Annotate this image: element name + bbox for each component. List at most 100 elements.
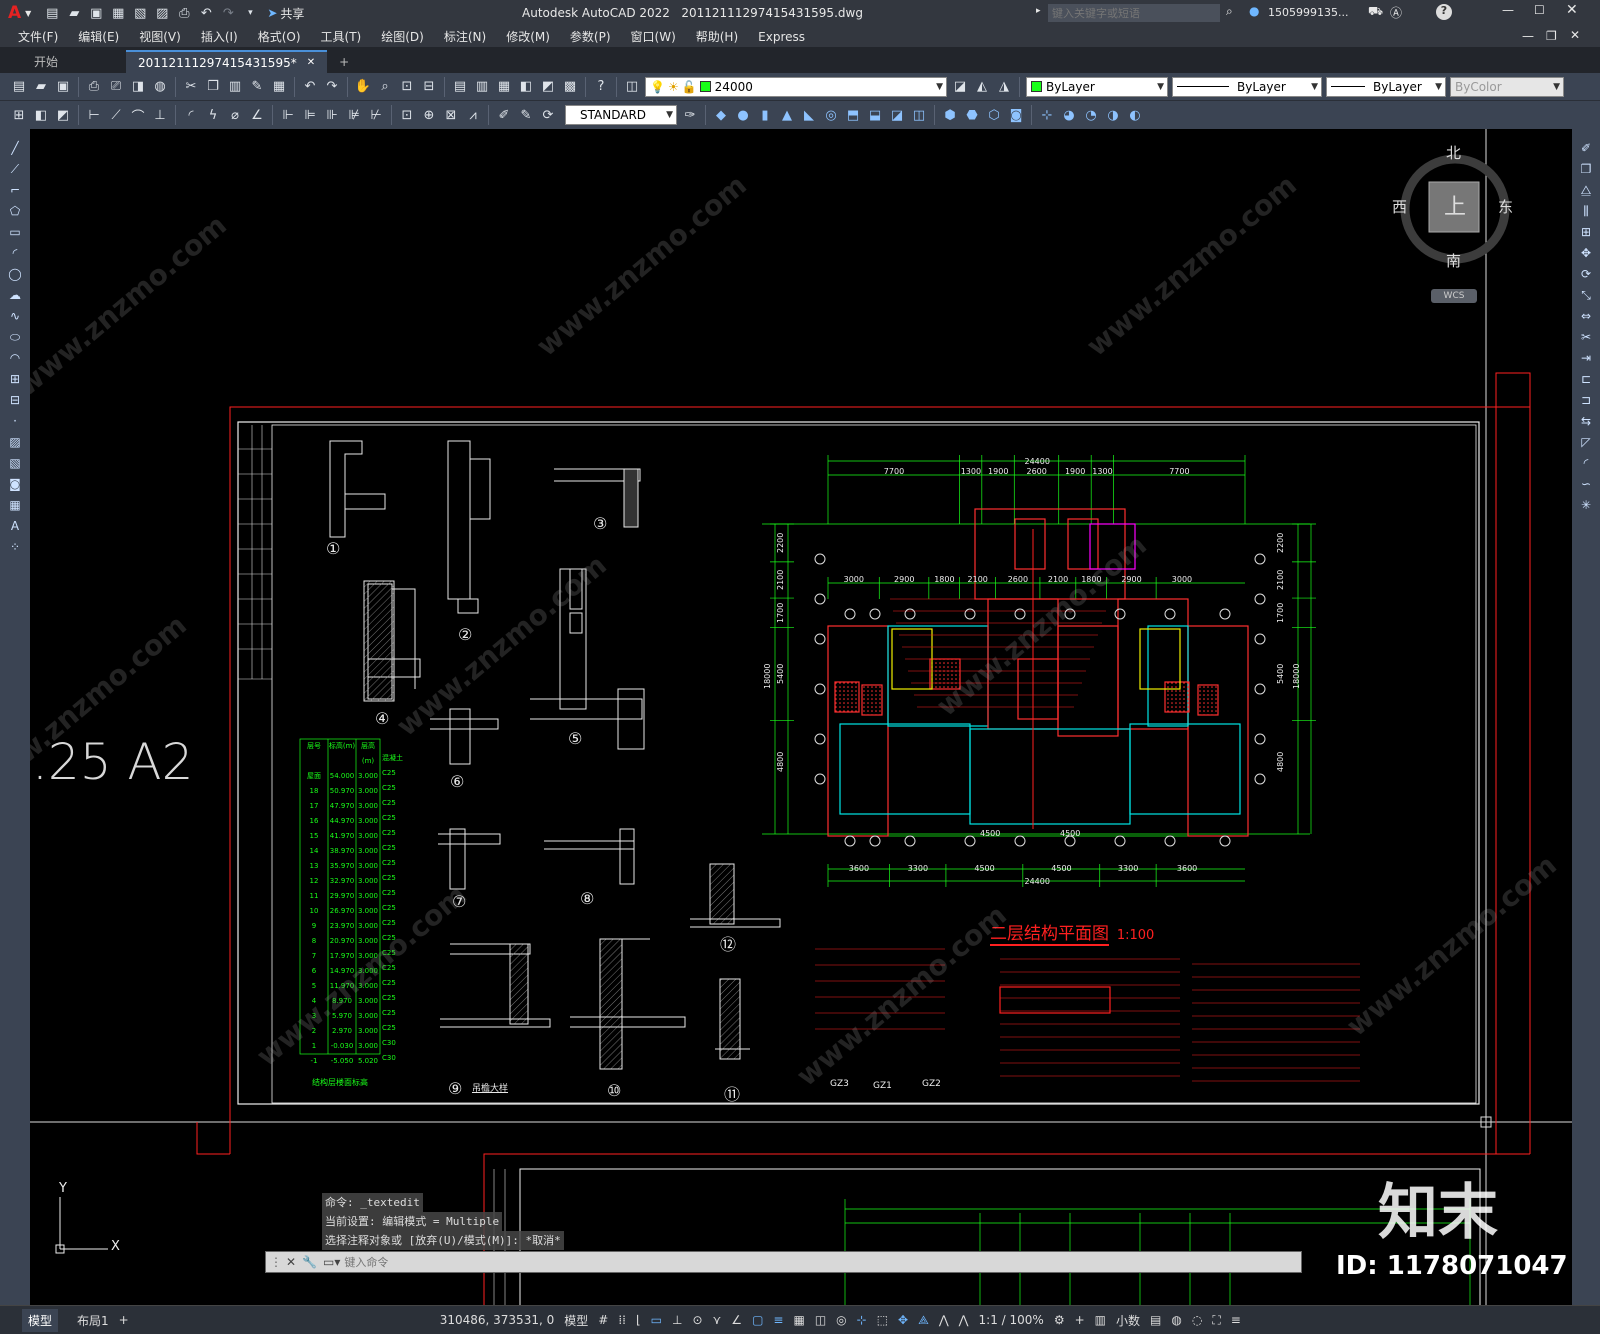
angular-dim-icon[interactable]: ∠ [247,105,267,125]
render-icon[interactable]: ◕ [1059,105,1079,125]
maximize-button[interactable]: ☐ [1534,3,1545,17]
mtext-icon[interactable]: A [5,517,25,535]
selection-cycling-icon[interactable]: ◫ [815,1313,826,1327]
quick-properties-icon[interactable]: ▤ [1150,1313,1161,1327]
tab-start[interactable]: 开始 [22,50,70,73]
intersect-icon[interactable]: ⬡ [984,105,1004,125]
quick-dim-icon[interactable]: ⊩ [278,105,298,125]
zoom-realtime-icon[interactable]: ⌕ [375,77,395,97]
erase-icon[interactable]: ✐ [1576,139,1596,157]
properties-icon[interactable]: ▤ [450,77,470,97]
materials-icon[interactable]: ◐ [1125,105,1145,125]
section-icon[interactable]: ◫ [909,105,929,125]
gizmo-icon[interactable]: ✥ [898,1313,908,1327]
baseline-dim-icon[interactable]: ⊫ [300,105,320,125]
sheet-set-icon[interactable]: ◧ [516,77,536,97]
search-input[interactable] [1048,4,1220,22]
menu-dimension[interactable]: 标注(N) [434,28,496,45]
circle-icon[interactable]: ◯ [5,265,25,283]
command-input[interactable] [344,1253,1301,1271]
spline-icon[interactable]: ∿ [5,307,25,325]
plot-icon-2[interactable]: ⎙ [84,77,104,97]
command-close-icon[interactable]: ✕ [286,1255,296,1269]
layer-walk-icon[interactable]: ◧ [31,105,51,125]
camera-icon[interactable]: ◔ [1081,105,1101,125]
isolate-objects-icon[interactable]: ◍ [1171,1313,1181,1327]
region-icon[interactable]: ◙ [5,475,25,493]
dim-style-dropdown[interactable]: STANDARD ▼ [565,105,677,125]
doc-restore-button[interactable]: ❐ [1546,29,1557,43]
add-layout-button[interactable]: + [119,1313,129,1327]
layer-match-icon[interactable]: ◩ [53,105,73,125]
scale-icon[interactable]: ⤡ [1576,286,1596,304]
copy-icon[interactable]: ❐ [203,77,223,97]
share-button[interactable]: ➤ 共享 [267,5,304,22]
menu-edit[interactable]: 编辑(E) [68,28,129,45]
array-icon[interactable]: ⊞ [1576,223,1596,241]
layer-state-icon[interactable]: ◮ [994,77,1014,97]
redo-icon-2[interactable]: ↷ [322,77,342,97]
slice-icon[interactable]: ◪ [887,105,907,125]
annotation-scale-icon[interactable]: ⋀ [959,1313,969,1327]
pan-icon[interactable]: ✋ [353,77,373,97]
dim-space-icon[interactable]: ⊯ [344,105,364,125]
dynamic-input-icon[interactable]: ▭ [651,1313,662,1327]
qdim-icon[interactable]: ⊞ [9,105,29,125]
export-icon[interactable]: ▧ [130,3,150,23]
cone-icon[interactable]: ▲ [777,105,797,125]
3d-dwf-icon[interactable]: ◨ [128,77,148,97]
selection-filter-icon[interactable]: ⬚ [877,1313,888,1327]
menu-window[interactable]: 窗口(W) [621,28,686,45]
command-grip-icon[interactable]: ⋮ [270,1255,282,1269]
globe-icon[interactable]: ◍ [150,77,170,97]
search-icon[interactable]: ⌕ [1226,4,1233,19]
union-icon[interactable]: ⬢ [940,105,960,125]
point-icon[interactable]: · [5,412,25,430]
break-point-icon[interactable]: ⊏ [1576,370,1596,388]
jogged-dim-icon[interactable]: ϟ [203,105,223,125]
autodesk-account-icon[interactable]: Ⓐ [1390,4,1402,21]
color-dropdown[interactable]: ByLayer ▼ [1026,76,1168,97]
object-snap-icon[interactable]: ▢ [752,1313,763,1327]
ellipse-icon[interactable]: ⬭ [5,328,25,346]
trim-icon[interactable]: ✂ [1576,328,1596,346]
design-center-icon[interactable]: ▥ [472,77,492,97]
sphere-icon[interactable]: ● [733,105,753,125]
tab-model[interactable]: 模型 [22,1308,59,1332]
search-expand-icon[interactable]: ▸ [1036,6,1041,16]
layer-properties-icon[interactable]: ◫ [622,77,642,97]
customize-icon[interactable]: 🔧 [302,1255,317,1269]
object-snap-tracking-icon[interactable]: ∠ [731,1313,742,1327]
tab-layout1[interactable]: 布局1 [77,1312,109,1329]
save-icon-2[interactable]: ▣ [53,77,73,97]
plot-preview-icon[interactable]: ⎚ [106,77,126,97]
menu-draw[interactable]: 绘图(D) [371,28,434,45]
minimize-button[interactable]: — [1502,3,1514,17]
undo-icon[interactable]: ↶ [196,3,216,23]
dim-text-edit-icon[interactable]: ✎ [516,105,536,125]
center-mark-icon[interactable]: ⊕ [419,105,439,125]
shade-icon[interactable]: ◙ [1006,105,1026,125]
menu-express[interactable]: Express [748,30,815,44]
tolerance-icon[interactable]: ⊡ [397,105,417,125]
arc-length-icon[interactable]: ⌒ [128,105,148,125]
continue-dim-icon[interactable]: ⊪ [322,105,342,125]
plot-icon[interactable]: ⎙ [174,3,194,23]
extrude-icon[interactable]: ⬒ [843,105,863,125]
viewcube-east[interactable]: 东 [1498,196,1513,217]
block-editor-icon[interactable]: ▦ [269,77,289,97]
move-icon[interactable]: ✥ [1576,244,1596,262]
inspection-icon[interactable]: ⊠ [441,105,461,125]
match-properties-icon[interactable]: ✎ [247,77,267,97]
infer-icon[interactable]: ⌊ [636,1313,641,1327]
dim-break-icon[interactable]: ⊬ [366,105,386,125]
radius-dim-icon[interactable]: ◜ [181,105,201,125]
polygon-icon[interactable]: ⬠ [5,202,25,220]
3d-osnap-icon[interactable]: ◎ [836,1313,846,1327]
break-icon[interactable]: ⊐ [1576,391,1596,409]
model-space-toggle[interactable]: 模型 [564,1312,588,1329]
snap-icon[interactable]: ⁞⁞ [618,1313,626,1327]
auto-scale-icon[interactable]: ⋀ [939,1313,949,1327]
polar-icon[interactable]: ⊙ [692,1313,702,1327]
arc-icon[interactable]: ◜ [5,244,25,262]
